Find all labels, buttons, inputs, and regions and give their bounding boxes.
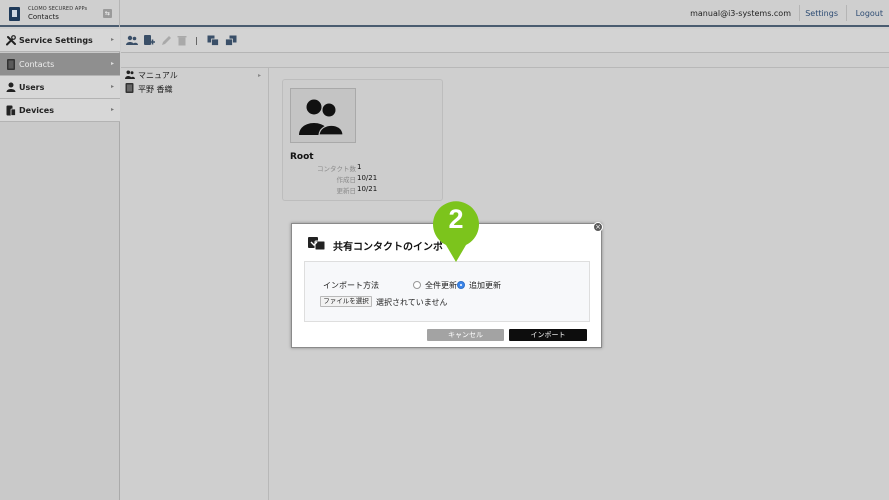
field-value: 1 xyxy=(357,163,362,171)
edit-icon[interactable] xyxy=(161,35,172,46)
app-subtitle: Contacts xyxy=(28,13,59,21)
switch-app-icon[interactable]: ⇆ xyxy=(103,9,112,18)
sidebar-item-label: Contacts xyxy=(19,60,55,69)
file-status: 選択されていません xyxy=(376,298,448,307)
app-window: CLOMO SECURED APPs Contacts ⇆ manual@i3-… xyxy=(0,0,889,500)
content-header xyxy=(121,53,889,68)
group-icon xyxy=(125,70,135,79)
chevron-right-icon[interactable]: ▸ xyxy=(258,72,261,79)
export-icon[interactable] xyxy=(225,35,237,46)
tree-item-label: マニュアル xyxy=(138,71,178,80)
radio-label: 全件更新 xyxy=(425,281,457,290)
choose-file-button[interactable]: ファイルを選択 xyxy=(320,296,372,307)
chevron-right-icon: ▸ xyxy=(110,60,114,67)
logout-link[interactable]: Logout xyxy=(856,9,883,18)
field-value: 10/21 xyxy=(357,174,378,182)
field-value: 10/21 xyxy=(357,185,378,193)
sidebar-item-contacts[interactable]: Contacts ▸ xyxy=(0,53,120,76)
sidebar-item-label: Service Settings xyxy=(19,36,93,45)
add-contact-icon[interactable] xyxy=(143,35,155,46)
tools-icon xyxy=(6,35,16,46)
divider xyxy=(846,5,847,21)
user-email: manual@i3-systems.com xyxy=(690,9,791,18)
top-bar: CLOMO SECURED APPs Contacts ⇆ manual@i3-… xyxy=(0,0,889,27)
tree-item-group[interactable]: マニュアル xyxy=(125,70,178,82)
chevron-right-icon: ▸ xyxy=(110,83,114,90)
tree-item-label: 平野 香織 xyxy=(138,85,173,94)
app-name: CLOMO SECURED APPs xyxy=(28,6,88,12)
sidebar-item-devices[interactable]: Devices ▸ xyxy=(0,99,120,122)
sidebar-item-users[interactable]: Users ▸ xyxy=(0,76,120,99)
field-label: 更新日 xyxy=(336,187,357,195)
step-number: 2 xyxy=(448,204,464,234)
import-contacts-icon xyxy=(308,236,326,251)
import-button[interactable]: インポート xyxy=(509,329,587,341)
contacts-icon xyxy=(6,59,16,70)
group-icon xyxy=(299,99,344,136)
import-method-label: インポート方法 xyxy=(323,281,379,290)
toolbar-divider xyxy=(196,37,197,45)
user-icon xyxy=(6,82,16,92)
field-label: コンタクト数 xyxy=(317,165,356,173)
group-title: Root xyxy=(290,152,314,162)
settings-link[interactable]: Settings xyxy=(805,9,838,18)
contact-tree: マニュアル ▸ 平野 香織 xyxy=(121,68,269,500)
devices-icon xyxy=(6,105,16,116)
sidebar-item-label: Users xyxy=(19,83,45,92)
delete-icon[interactable] xyxy=(177,35,188,46)
radio-label: 追加更新 xyxy=(469,281,501,290)
import-icon[interactable] xyxy=(207,35,219,46)
sidebar-item-service-settings[interactable]: Service Settings ▸ xyxy=(0,29,120,52)
sidebar: Service Settings ▸ Contacts ▸ Users ▸ De… xyxy=(0,29,120,500)
brand: CLOMO SECURED APPs Contacts ⇆ xyxy=(0,0,120,27)
radio-add-update[interactable] xyxy=(457,281,465,289)
chevron-right-icon: ▸ xyxy=(110,36,114,43)
field-label: 作成日 xyxy=(336,176,357,184)
cancel-button[interactable]: キャンセル xyxy=(427,329,504,341)
toolbar xyxy=(121,29,889,53)
app-logo-icon xyxy=(9,7,20,21)
group-avatar xyxy=(290,88,356,143)
group-card[interactable]: Root コンタクト数 1 作成日 10/21 更新日 10/21 xyxy=(282,79,443,201)
chevron-right-icon: ▸ xyxy=(110,106,114,113)
tree-item-contact[interactable]: 平野 香織 xyxy=(125,83,173,95)
close-icon[interactable]: × xyxy=(593,222,603,232)
dialog-title: 共有コンタクトのインポ xyxy=(333,242,443,253)
divider xyxy=(799,5,800,21)
radio-full-update[interactable] xyxy=(413,281,421,289)
add-group-icon[interactable] xyxy=(126,35,138,46)
sidebar-item-label: Devices xyxy=(19,106,54,115)
contact-icon xyxy=(125,83,135,93)
dialog-body: インポート方法 全件更新 追加更新 ファイルを選択 選択されていません xyxy=(304,261,590,322)
